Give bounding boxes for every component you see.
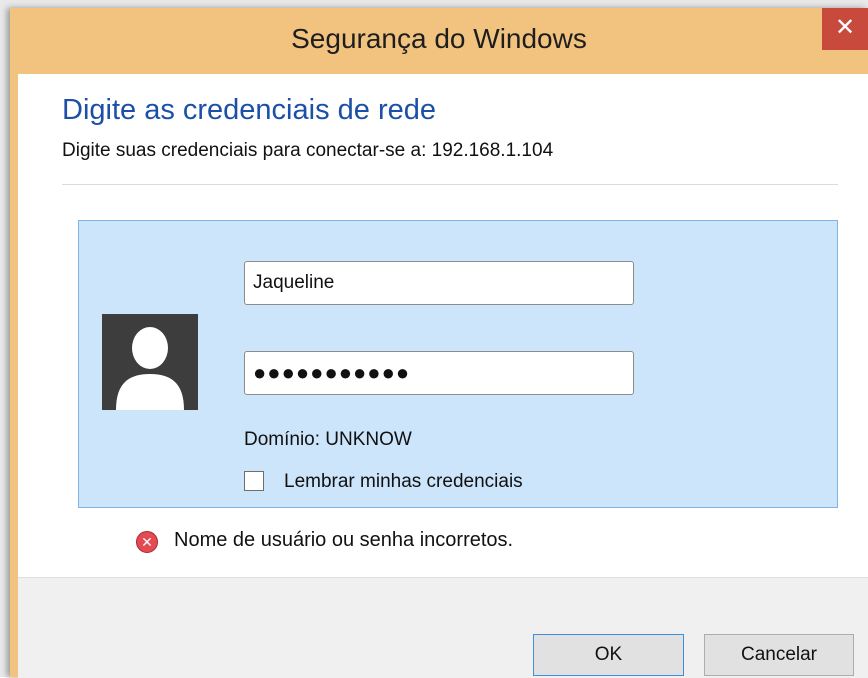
cancel-button[interactable]: Cancelar: [704, 634, 854, 676]
close-icon: ✕: [834, 14, 856, 41]
error-message: Nome de usuário ou senha incorretos.: [174, 529, 514, 551]
remember-credentials-checkbox[interactable]: [244, 471, 264, 491]
ok-button[interactable]: OK: [533, 634, 684, 676]
close-button[interactable]: ✕: [822, 8, 868, 50]
dialog-heading: Digite as credenciais de rede: [62, 94, 436, 126]
dialog-client-area: Digite as credenciais de rede Digite sua…: [18, 74, 868, 678]
dialog-subtext: Digite suas credenciais para conectar-se…: [62, 140, 554, 161]
error-icon: ✕: [136, 531, 158, 553]
username-input[interactable]: Jaqueline: [244, 261, 634, 305]
password-value: ●●●●●●●●●●●: [253, 360, 411, 385]
button-bar: OK Cancelar: [18, 577, 868, 678]
password-input[interactable]: ●●●●●●●●●●●: [244, 351, 634, 395]
security-dialog-window: Segurança do Windows ✕ Digite as credenc…: [10, 8, 868, 678]
window-title: Segurança do Windows: [291, 23, 587, 54]
divider: [62, 184, 838, 185]
credential-tile[interactable]: Jaqueline ●●●●●●●●●●● Domínio: UNKNOW Le…: [78, 220, 838, 508]
user-silhouette-icon: [102, 314, 198, 410]
domain-label: Domínio: UNKNOW: [244, 429, 412, 450]
remember-credentials-label[interactable]: Lembrar minhas credenciais: [284, 471, 523, 493]
username-value: Jaqueline: [253, 272, 335, 293]
